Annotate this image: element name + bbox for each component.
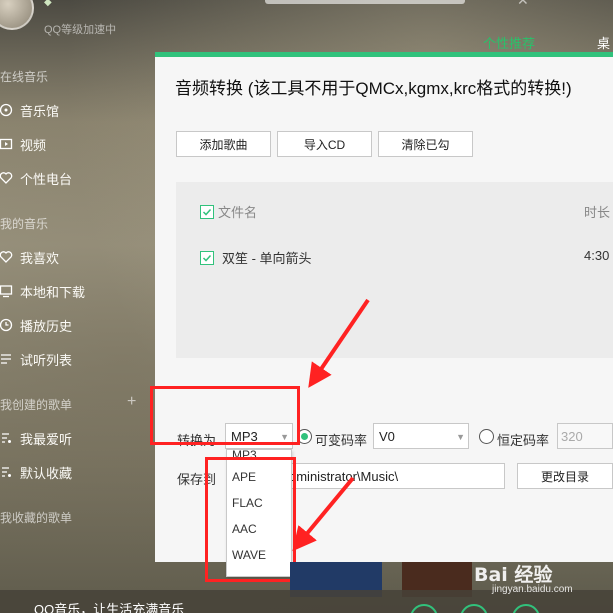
- close-icon[interactable]: ✕: [517, 0, 529, 9]
- search-box[interactable]: [265, 0, 465, 4]
- list-item[interactable]: 双笙 - 单向箭头: [200, 248, 312, 267]
- select-all-checkbox[interactable]: [200, 204, 214, 219]
- avatar[interactable]: [0, 0, 34, 30]
- column-filename: 文件名: [218, 205, 258, 220]
- add-playlist-icon[interactable]: +: [127, 393, 136, 411]
- watermark-logo: Bai 经验: [474, 564, 553, 586]
- clear-checked-button[interactable]: 清除已勾: [378, 131, 473, 157]
- sidebar: ◆ QQ等级加速中 在线音乐 音乐馆 视频 个性电台 我的音乐 我喜欢 本地和下…: [0, 0, 160, 590]
- sidebar-item-label: 本地和下载: [20, 284, 86, 300]
- sidebar-item-liked[interactable]: 我喜欢: [0, 244, 150, 270]
- sidebar-item-radio[interactable]: 个性电台: [0, 165, 150, 191]
- song-duration: 4:30: [584, 248, 610, 263]
- music-hall-icon: [0, 103, 16, 117]
- change-dir-button[interactable]: 更改目录: [517, 463, 613, 489]
- sidebar-item-history[interactable]: 播放历史: [0, 312, 150, 338]
- cbr-label: 恒定码率: [497, 433, 550, 448]
- vbr-select[interactable]: V0 ▼: [373, 423, 469, 449]
- section-created: 我创建的歌单: [0, 398, 73, 412]
- sidebar-item-default-collection[interactable]: 默认收藏: [0, 459, 150, 485]
- watermark-url: jingyan.baidu.com: [492, 584, 573, 595]
- sidebar-item-music-hall[interactable]: 音乐馆: [0, 97, 150, 123]
- tab-recommend[interactable]: 个性推荐: [483, 33, 535, 52]
- playlist-icon: [0, 431, 16, 445]
- list-header: 文件名: [200, 202, 257, 221]
- heart-radio-icon: [0, 171, 16, 185]
- sidebar-item-label: 个性电台: [20, 171, 73, 187]
- cbr-radio[interactable]: [479, 429, 494, 444]
- annotation-box-convert: [150, 386, 300, 445]
- playlist-icon: [0, 465, 16, 479]
- player-slogan: QQ音乐，让生活充满音乐: [34, 602, 185, 613]
- sidebar-item-trial-list[interactable]: 试听列表: [0, 346, 150, 372]
- diamond-icon: ◆: [44, 0, 52, 8]
- section-mine: 我的音乐: [0, 217, 49, 231]
- sidebar-item-label: 播放历史: [20, 318, 73, 334]
- dialog-title: 音频转换 (该工具不用于QMCx,kgmx,krc格式的转换!): [175, 79, 572, 98]
- sidebar-item-label: 默认收藏: [20, 465, 73, 481]
- cbr-select[interactable]: 320: [557, 423, 613, 449]
- sidebar-item-favorite[interactable]: 我最爱听: [0, 425, 150, 451]
- sidebar-item-label: 我最爱听: [20, 431, 73, 447]
- sidebar-item-label: 试听列表: [20, 352, 73, 368]
- video-icon: [0, 137, 16, 151]
- cbr-value: 320: [561, 428, 583, 444]
- sidebar-item-video[interactable]: 视频: [0, 131, 150, 157]
- vip-text: QQ等级加速中: [44, 24, 117, 36]
- sidebar-item-label: 我喜欢: [20, 250, 60, 266]
- section-collected: 我收藏的歌单: [0, 511, 73, 525]
- chevron-down-icon: ▼: [456, 432, 465, 442]
- clock-icon: [0, 318, 16, 332]
- heart-icon: [0, 250, 16, 264]
- tab-desktop[interactable]: 桌: [597, 33, 610, 52]
- vbr-label: 可变码率: [315, 433, 368, 448]
- save-path-input[interactable]: dministrator\Music\: [285, 463, 505, 489]
- sidebar-item-local[interactable]: 本地和下载: [0, 278, 150, 304]
- row-checkbox[interactable]: [200, 250, 214, 265]
- file-list: 文件名 时长 双笙 - 单向箭头 4:30: [176, 182, 613, 358]
- save-path-value: dministrator\Music\: [289, 468, 399, 484]
- add-song-button[interactable]: 添加歌曲: [176, 131, 271, 157]
- sidebar-item-label: 视频: [20, 137, 47, 153]
- song-name: 双笙 - 单向箭头: [222, 251, 312, 266]
- import-cd-button[interactable]: 导入CD: [277, 131, 372, 157]
- vbr-value: V0: [379, 428, 395, 444]
- annotation-box-options: [205, 457, 296, 582]
- list-icon: [0, 352, 16, 366]
- section-online: 在线音乐: [0, 70, 49, 84]
- sidebar-item-label: 音乐馆: [20, 103, 60, 119]
- monitor-icon: [0, 284, 16, 298]
- column-duration: 时长: [584, 205, 611, 220]
